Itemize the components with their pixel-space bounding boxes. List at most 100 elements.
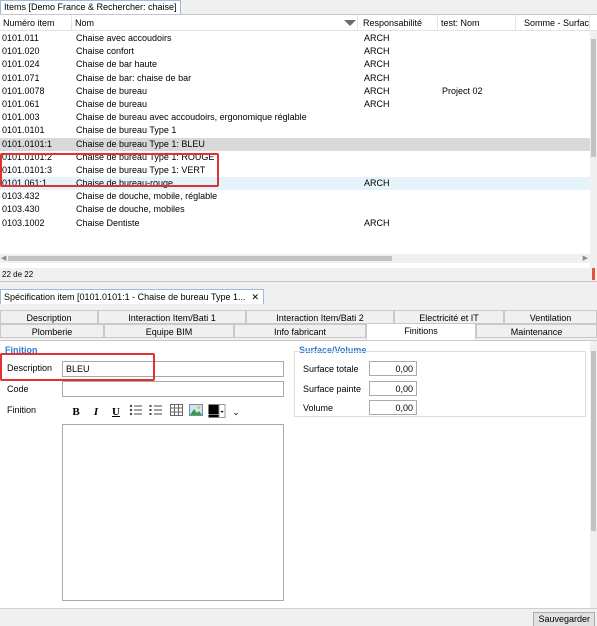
bullet-list-icon[interactable] [128,404,144,420]
close-icon[interactable]: ✕ [252,292,260,302]
table-row[interactable]: 0101.061 Chaise de bureau ARCH [0,98,590,111]
row-count: 22 de 22 [2,270,34,279]
tab-maintenance[interactable]: Maintenance [476,324,597,338]
table-row[interactable]: 0103.430 Chaise de douche, mobiles [0,203,590,216]
detail-tabs: Description Interaction Item/Bati 1 Inte… [0,310,597,340]
cell-num: 0103.1002 [2,217,45,228]
surface-peinte-label: Surface painte [303,384,362,394]
bottom-bar: Sauvegarder [0,608,597,626]
table-icon[interactable] [168,404,184,420]
col-header-responsabilite[interactable]: Responsabilité [360,15,438,31]
cell-nom: Chaise de bureau [76,98,148,109]
cell-nom: Chaise Dentiste [76,217,140,228]
col-header-somme[interactable]: Somme - Surfac [516,15,590,31]
cell-nom: Chaise avec accoudoirs [76,33,172,43]
table-row[interactable]: 0101.020 Chaise confort ARCH [0,45,590,58]
col-header-test-nom[interactable]: test: Nom [438,15,516,31]
cell-num: 0101.061:1 [2,178,48,189]
cell-num: 0101.071 [2,72,40,83]
cell-nom: Chaise de bureau [76,85,148,96]
tab-description[interactable]: Description [0,310,98,324]
status-marker [592,268,595,280]
cell-resp: ARCH [364,178,390,189]
italic-button[interactable]: I [88,404,104,420]
surface-totale-input[interactable]: 0,00 [369,361,417,376]
volume-input[interactable]: 0,00 [369,400,417,415]
cell-num: 0101.061 [2,98,40,109]
cell-num: 0101.0078 [2,85,45,96]
cell-num: 0103.432 [2,191,40,202]
items-tab[interactable]: Items [Demo France & Rechercher: chaise] [0,0,181,14]
spec-tab-label: Spécification item [0101.0101:1 - Chaise… [4,292,246,302]
tab-electricite-it[interactable]: Electricité et IT [394,310,504,324]
spec-tab[interactable]: Spécification item [0101.0101:1 - Chaise… [0,289,265,304]
cell-nom: Chaise de bureau avec accoudoirs, ergono… [76,112,307,123]
tab-ventilation[interactable]: Ventilation [504,310,597,324]
cell-nom: Chaise de bar: chaise de bar [76,72,192,83]
tab-plomberie[interactable]: Plomberie [0,324,104,338]
pane-vertical-scrollbar[interactable] [590,341,597,609]
surface-volume-group: Surface totale 0,00 Surface painte 0,00 … [294,351,586,417]
cell-test: Project 02 [442,85,483,96]
code-input[interactable] [62,381,284,397]
tab-equipe-bim[interactable]: Equipe BIM [104,324,234,338]
table-row[interactable]: 0103.432 Chaise de douche, mobile, réglab… [0,190,590,203]
scroll-thumb[interactable] [591,39,596,157]
col-header-numero[interactable]: Numéro item [0,15,72,31]
col-header-nom[interactable]: Nom [72,15,358,31]
cell-resp: ARCH [364,217,390,228]
image-icon[interactable] [188,404,204,420]
table-row[interactable]: 0101.0101:2 Chaise de bureau Type 1: ROUG… [0,151,590,164]
tab-interaction-bati-1[interactable]: Interaction Item/Bati 1 [98,310,246,324]
items-grid: Numéro item Nom Responsabilité test: Nom… [0,14,597,269]
cell-nom: Chaise de bureau Type 1: VERT [76,164,206,175]
volume-label: Volume [303,403,334,413]
scroll-right-icon[interactable]: ▶ [583,254,588,263]
table-row[interactable]: 0101.0101 Chaise de bureau Type 1 [0,124,590,137]
cell-nom: Chaise de bureau-rouge [76,178,174,189]
cell-nom: Chaise de bar haute [76,59,158,70]
tab-interaction-bati-2[interactable]: Interaction Item/Bati 2 [246,310,394,324]
cell-num: 0101.003 [2,112,40,123]
color-picker-icon[interactable] [208,404,226,420]
tab-finitions[interactable]: Finitions [366,323,476,340]
cell-nom: Chaise de bureau Type 1: ROUGE [76,151,215,162]
cell-num: 0103.430 [2,204,40,215]
grid-header: Numéro item Nom Responsabilité test: Nom… [0,15,597,31]
surface-totale-label: Surface totale [303,364,359,374]
cell-resp: ARCH [364,98,390,109]
table-row[interactable]: 0101.0101:1 Chaise de bureau Type 1: BLEU [0,137,590,151]
description-input[interactable]: BLEU [62,361,284,377]
cell-nom: Chaise confort [76,46,135,57]
numbered-list-icon[interactable] [148,404,164,420]
scroll-left-icon[interactable]: ◀ [1,254,6,263]
scroll-thumb[interactable] [8,256,392,261]
cell-nom: Chaise de bureau Type 1 [76,125,177,136]
overflow-chevron-icon[interactable]: ⌄ [228,404,244,420]
table-row[interactable]: 0103.1002 Chaise Dentiste ARCH [0,217,590,230]
underline-button[interactable]: U [108,404,124,420]
cell-resp: ARCH [364,46,390,57]
table-row[interactable]: 0101.024 Chaise de bar haute ARCH [0,58,590,71]
table-row[interactable]: 0101.061:1 Chaise de bureau-rouge ARCH [0,177,590,191]
save-button[interactable]: Sauvegarder [533,612,595,626]
cell-num: 0101.0101:3 [2,164,53,175]
finitions-pane: Finition Description BLEU Code Finition … [0,340,597,609]
cell-num: 0101.0101:1 [2,138,53,149]
finition-rich-text-editor[interactable] [62,424,284,601]
surface-peinte-input[interactable]: 0,00 [369,381,417,396]
table-row[interactable]: 0101.071 Chaise de bar: chaise de bar ARCH [0,72,590,85]
cell-num: 0101.011 [2,33,39,43]
table-row[interactable]: 0101.003 Chaise de bureau avec accoudoirs… [0,111,590,124]
table-row[interactable]: 0101.011 Chaise avec accoudoirs ARCH [0,32,590,45]
grid-footer: 22 de 22 [0,268,597,282]
scroll-thumb[interactable] [591,351,596,531]
grid-horizontal-scrollbar[interactable]: ◀ ▶ [0,254,590,263]
grid-vertical-scrollbar[interactable] [590,31,597,269]
cell-nom: Chaise de bureau Type 1: BLEU [76,138,205,149]
table-row[interactable]: 0101.0101:3 Chaise de bureau Type 1: VERT [0,164,590,177]
tab-info-fabricant[interactable]: Info fabricant [234,324,366,338]
code-label: Code [7,384,29,394]
bold-button[interactable]: B [68,404,84,420]
table-row[interactable]: 0101.0078 Chaise de bureau ARCH Project 02 [0,85,590,98]
